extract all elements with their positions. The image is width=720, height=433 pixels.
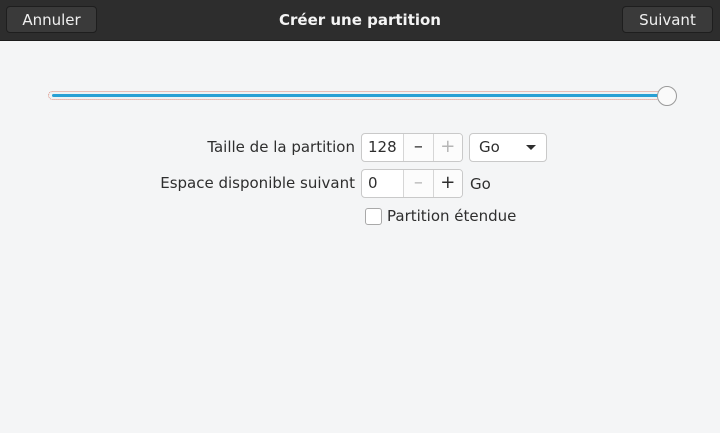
- partition-size-spinbutton[interactable]: 128 – +: [361, 133, 463, 162]
- extended-partition-label[interactable]: Partition étendue: [387, 206, 516, 226]
- partition-size-increment-button[interactable]: +: [432, 134, 462, 161]
- unit-dropdown[interactable]: Go: [469, 133, 547, 162]
- partition-size-slider[interactable]: [48, 91, 670, 100]
- next-button[interactable]: Suivant: [622, 6, 713, 33]
- free-space-after-label: Espace disponible suivant: [160, 174, 355, 192]
- header-bar: Annuler Créer une partition Suivant: [0, 0, 720, 41]
- slider-fill: [52, 94, 668, 97]
- free-space-after-input[interactable]: 0: [362, 170, 403, 197]
- slider-handle[interactable]: [657, 86, 677, 106]
- extended-partition-checkbox[interactable]: [365, 208, 382, 225]
- free-space-after-spinbutton[interactable]: 0 – +: [361, 169, 463, 198]
- free-space-after-decrement-button[interactable]: –: [403, 170, 433, 197]
- free-space-unit-label: Go: [470, 175, 491, 193]
- unit-dropdown-value: Go: [479, 138, 500, 156]
- free-space-after-increment-button[interactable]: +: [432, 170, 462, 197]
- partition-size-decrement-button[interactable]: –: [403, 134, 433, 161]
- partition-size-input[interactable]: 128: [362, 134, 403, 161]
- chevron-down-icon: [526, 145, 536, 150]
- dialog-title: Créer une partition: [279, 11, 441, 29]
- partition-size-label: Taille de la partition: [207, 138, 355, 156]
